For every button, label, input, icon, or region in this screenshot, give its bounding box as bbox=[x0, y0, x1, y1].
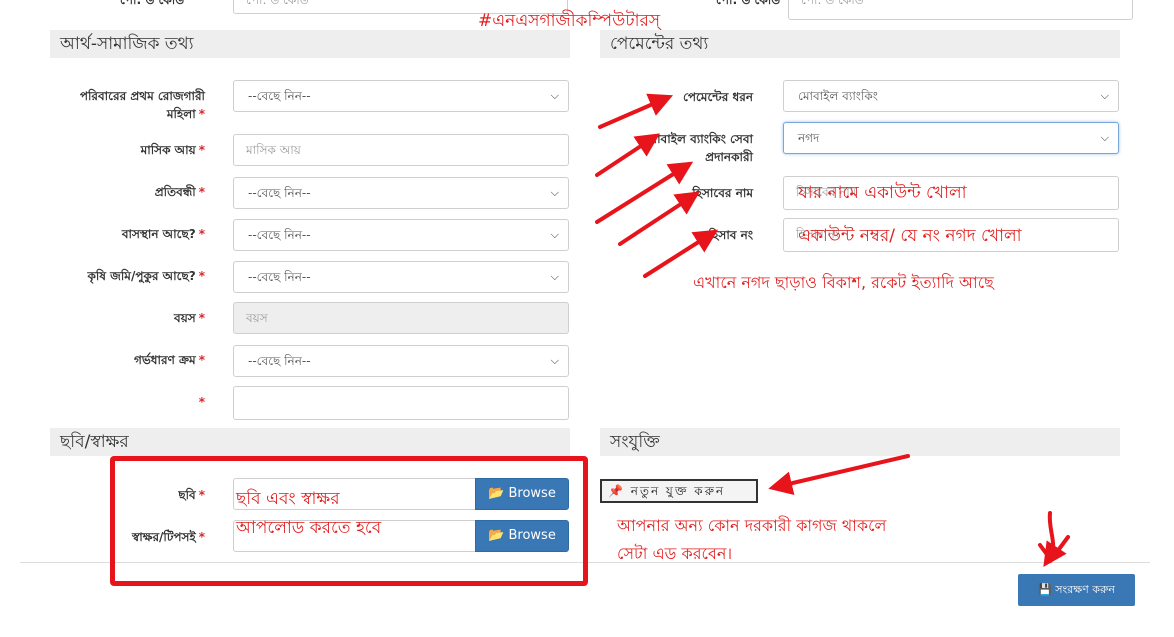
arrow-provider-2 bbox=[595, 161, 694, 224]
arrow-payment-type bbox=[598, 93, 674, 129]
arrow-attachment bbox=[768, 454, 910, 495]
arrow-provider bbox=[595, 133, 661, 177]
arrow-save bbox=[1043, 511, 1067, 567]
arrow-account-name bbox=[618, 191, 701, 246]
annotation-arrows bbox=[595, 93, 1070, 567]
arrow-account-number bbox=[643, 229, 719, 278]
